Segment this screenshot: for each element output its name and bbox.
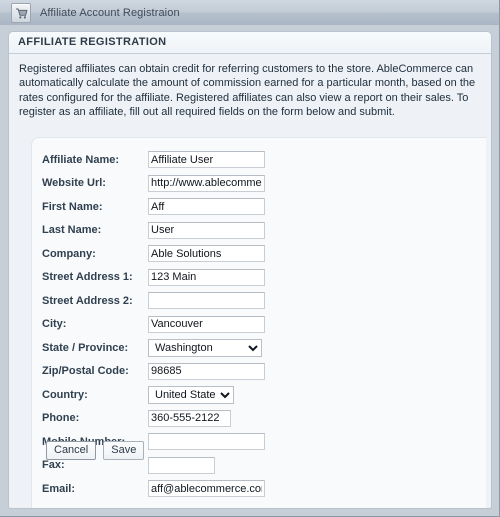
field-cell xyxy=(148,407,265,431)
state-province-select[interactable]: Washington xyxy=(148,338,262,357)
field-label: City: xyxy=(42,318,67,331)
form-row: City: xyxy=(42,313,265,337)
form-row: Company: xyxy=(42,242,265,266)
field-label: Phone: xyxy=(42,412,80,425)
form-row: Phone: xyxy=(42,407,265,431)
form-row: Email: xyxy=(42,477,265,501)
field-label: Street Address 1: xyxy=(42,271,133,284)
registration-card: AFFILIATE REGISTRATION Registered affili… xyxy=(8,31,492,509)
affiliate-name-input[interactable] xyxy=(148,151,265,169)
cancel-button[interactable]: Cancel xyxy=(46,441,97,460)
field-label: Last Name: xyxy=(42,224,102,237)
field-label: Country: xyxy=(42,388,88,401)
field-cell: United States xyxy=(148,383,265,407)
form-row: Street Address 1: xyxy=(42,266,265,290)
zippostal-code-input[interactable] xyxy=(148,362,265,380)
field-label: Street Address 2: xyxy=(42,294,133,307)
country-select[interactable]: United States xyxy=(148,385,234,404)
phone-input[interactable] xyxy=(148,409,231,427)
field-cell xyxy=(148,172,265,196)
tab-title: Affiliate Account Registraion xyxy=(40,7,180,19)
last-name-input[interactable] xyxy=(148,221,265,239)
window-titlebar: Affiliate Account Registraion xyxy=(0,0,499,26)
field-label: Email: xyxy=(42,482,76,495)
form-row: State / Province: Washington xyxy=(42,336,265,360)
field-cell xyxy=(148,454,265,478)
field-label: First Name: xyxy=(42,200,103,213)
field-cell: Washington xyxy=(148,336,265,360)
field-label: Website Url: xyxy=(42,177,106,190)
page-background: AFFILIATE REGISTRATION Registered affili… xyxy=(0,25,499,516)
field-label: State / Province: xyxy=(42,341,129,354)
city-input[interactable] xyxy=(148,315,265,333)
field-cell xyxy=(148,430,265,454)
first-name-input[interactable] xyxy=(148,198,265,216)
save-button[interactable]: Save xyxy=(103,441,145,460)
field-cell xyxy=(148,148,265,172)
registration-form-panel: Affiliate Name: Website Url: First Name: La… xyxy=(31,137,486,508)
email-input[interactable] xyxy=(148,480,265,498)
intro-paragraph: Registered affiliates can obtain credit … xyxy=(9,54,491,128)
field-label: Affiliate Name: xyxy=(42,153,120,166)
application-window: Affiliate Account Registraion AFFILIATE … xyxy=(0,0,500,517)
field-cell xyxy=(148,219,265,243)
fax-input[interactable] xyxy=(148,456,215,474)
page-title: AFFILIATE REGISTRATION xyxy=(9,32,491,54)
field-label: Company: xyxy=(42,247,96,260)
form-row: First Name: xyxy=(42,195,265,219)
mobile-number-input[interactable] xyxy=(148,433,265,451)
field-cell xyxy=(148,195,265,219)
street-address-1-input[interactable] xyxy=(148,268,265,286)
form-row: Affiliate Name: xyxy=(42,148,265,172)
field-cell xyxy=(148,360,265,384)
form-actions: Cancel Save xyxy=(46,441,145,460)
street-address-2-input[interactable] xyxy=(148,292,265,310)
company-input[interactable] xyxy=(148,245,265,263)
field-cell xyxy=(148,266,265,290)
field-cell xyxy=(148,313,265,337)
form-row: Last Name: xyxy=(42,219,265,243)
website-url-input[interactable] xyxy=(148,174,265,192)
browser-tab[interactable]: Affiliate Account Registraion xyxy=(7,1,192,25)
form-row: Street Address 2: xyxy=(42,289,265,313)
field-label: Zip/Postal Code: xyxy=(42,365,129,378)
form-row: Website Url: xyxy=(42,172,265,196)
field-cell xyxy=(148,477,265,501)
shopping-cart-icon xyxy=(11,3,31,23)
form-row: Country: United States xyxy=(42,383,265,407)
field-cell xyxy=(148,242,265,266)
field-cell xyxy=(148,289,265,313)
form-row: Zip/Postal Code: xyxy=(42,360,265,384)
